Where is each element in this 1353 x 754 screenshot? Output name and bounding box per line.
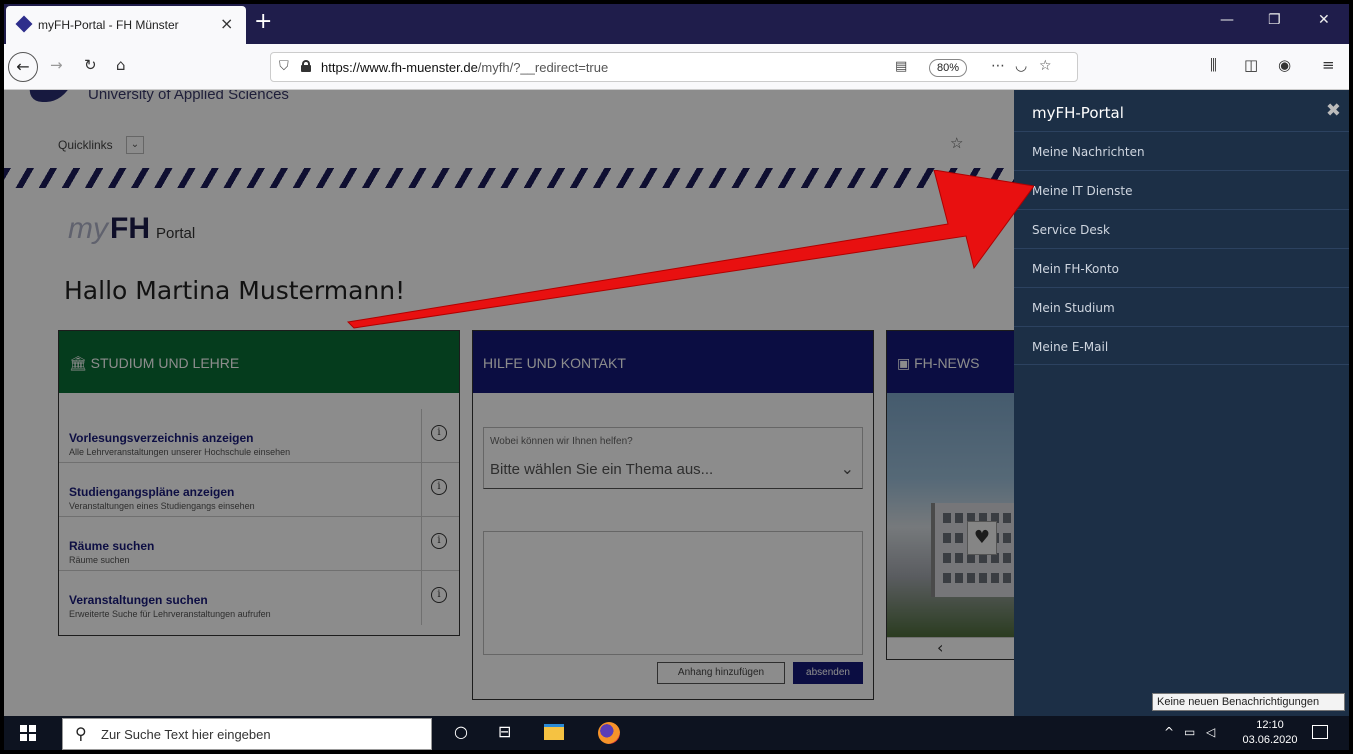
taskbar-search-input[interactable]: ⚲ Zur Suche Text hier eingeben — [62, 718, 432, 750]
windows-taskbar: ⚲ Zur Suche Text hier eingeben ○ ⊟ ^ ▭ ◁… — [4, 716, 1349, 750]
browser-window: myFH-Portal - FH Münster × + — ❐ ✕ ← → ↻… — [4, 4, 1349, 750]
bookmark-star-icon[interactable]: ☆ — [1039, 58, 1052, 74]
home-icon[interactable]: ⌂ — [116, 56, 126, 74]
minimize-button[interactable]: — — [1220, 12, 1234, 28]
page-actions-icon[interactable]: ⋯ — [991, 58, 1005, 74]
account-icon[interactable]: ◉ — [1278, 56, 1291, 74]
sidebar-item-nachrichten[interactable]: Meine Nachrichten — [1014, 131, 1349, 170]
clock-time: 12:10 — [1256, 719, 1284, 731]
menu-icon[interactable]: ≡ — [1322, 56, 1335, 74]
back-arrow-icon[interactable]: ← — [8, 52, 38, 82]
pocket-icon[interactable]: ◡ — [1015, 58, 1027, 74]
navigation-bar: ← → ↻ ⌂ ⛉ https://www.fh-muenster.de/myf… — [4, 44, 1349, 90]
chevron-up-icon[interactable]: ^ — [1164, 725, 1174, 739]
tab-title: myFH-Portal - FH Münster — [38, 18, 179, 32]
reload-icon[interactable]: ↻ — [84, 56, 97, 74]
volume-icon[interactable]: ◁ — [1206, 725, 1215, 739]
reader-view-icon[interactable]: ▤ — [895, 59, 907, 74]
firefox-icon[interactable] — [598, 722, 620, 744]
tracking-shield-icon[interactable]: ⛉ — [279, 59, 289, 74]
tab-myfh-portal[interactable]: myFH-Portal - FH Münster × — [6, 6, 246, 44]
close-icon[interactable]: ✖ — [1326, 100, 1341, 121]
file-explorer-icon[interactable] — [544, 724, 564, 740]
clock-date: 03.06.2020 — [1242, 734, 1298, 746]
myfh-portal-sidebar: myFH-Portal ✖ Meine Nachrichten Meine IT… — [1014, 90, 1349, 716]
network-icon[interactable]: ▭ — [1184, 725, 1195, 739]
task-view-icon[interactable]: ⊟ — [498, 722, 511, 741]
sidebar-item-studium[interactable]: Mein Studium — [1014, 287, 1349, 326]
search-placeholder: Zur Suche Text hier eingeben — [101, 727, 271, 742]
library-icon[interactable]: ⫼ — [1210, 56, 1217, 74]
sidebar-icon[interactable]: ◫ — [1244, 56, 1258, 74]
zoom-level[interactable]: 80% — [929, 59, 967, 77]
sidebar-title: myFH-Portal — [1032, 104, 1124, 122]
sidebar-item-fh-konto[interactable]: Mein FH-Konto — [1014, 248, 1349, 287]
url-text[interactable]: https://www.fh-muenster.de/myfh/?__redir… — [321, 60, 608, 75]
close-window-button[interactable]: ✕ — [1318, 12, 1330, 28]
forward-arrow-icon[interactable]: → — [50, 56, 63, 74]
sidebar-item-email[interactable]: Meine E-Mail — [1014, 326, 1349, 365]
clock[interactable]: 12:10 03.06.2020 — [1240, 718, 1300, 748]
lock-icon[interactable] — [301, 60, 311, 72]
tab-bar: myFH-Portal - FH Münster × + — ❐ ✕ — [4, 4, 1349, 44]
screen: myFH-Portal - FH Münster × + — ❐ ✕ ← → ↻… — [0, 0, 1353, 754]
restore-button[interactable]: ❐ — [1268, 12, 1281, 28]
tab-close-icon[interactable]: × — [220, 14, 233, 33]
sidebar-item-service-desk[interactable]: Service Desk — [1014, 209, 1349, 248]
cortana-icon[interactable]: ○ — [454, 722, 468, 741]
notification-center-icon[interactable] — [1312, 725, 1328, 739]
sidebar-item-it-dienste[interactable]: Meine IT Dienste — [1014, 170, 1349, 209]
windows-start-icon[interactable] — [20, 725, 36, 741]
url-bar[interactable]: ⛉ https://www.fh-muenster.de/myfh/?__red… — [270, 52, 1078, 82]
new-tab-button[interactable]: + — [254, 9, 272, 34]
notification-tooltip: Keine neuen Benachrichtigungen — [1152, 693, 1345, 711]
sidebar-menu: Meine Nachrichten Meine IT Dienste Servi… — [1014, 131, 1349, 365]
fh-favicon-icon — [15, 15, 33, 33]
search-icon: ⚲ — [75, 724, 87, 743]
red-arrow-annotation — [346, 170, 1034, 329]
